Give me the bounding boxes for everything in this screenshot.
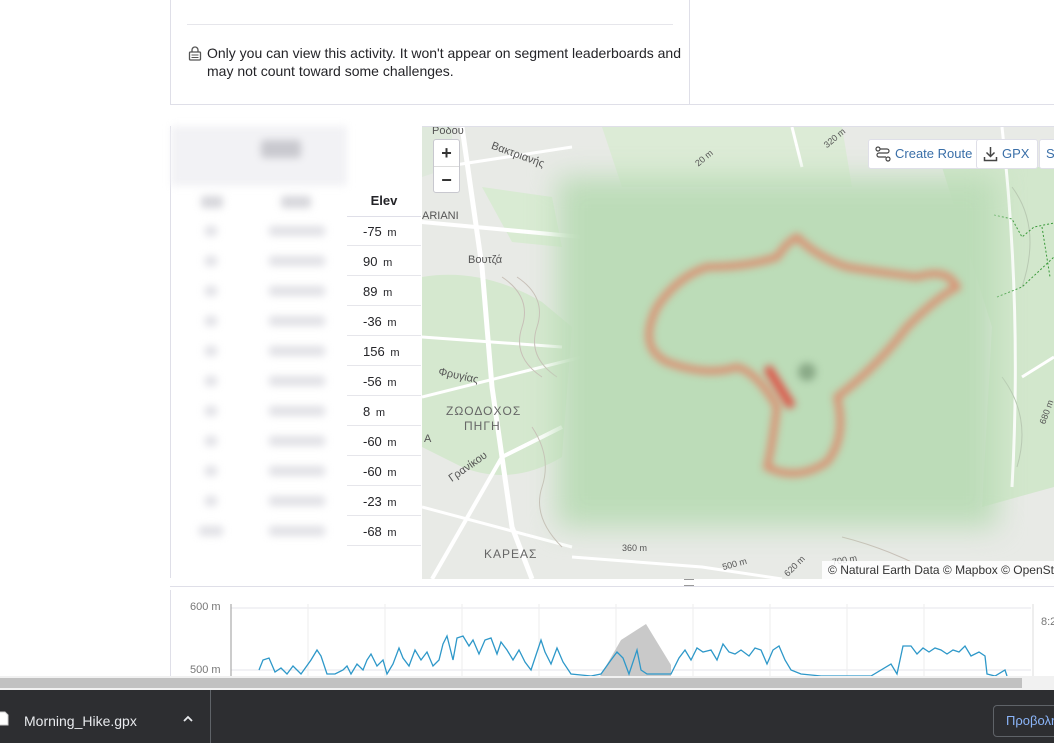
zoom-control: + − (433, 139, 460, 193)
gpx-download-button[interactable]: GPX (976, 139, 1039, 169)
map-label: ΖΩΟΔΟΧΟΣ (446, 404, 522, 418)
elev-header: Elev (347, 186, 421, 217)
download-file-name: Morning_Hike.gpx (24, 713, 137, 729)
resize-handle[interactable] (170, 578, 1054, 587)
lock-icon (188, 46, 202, 61)
elev-row: 89 m (347, 277, 421, 306)
elev-row: 90 m (347, 247, 421, 276)
map-label: A (424, 433, 432, 445)
show-all-button[interactable]: Προβολή (993, 705, 1054, 737)
elevation-chart-graphic (230, 604, 1034, 678)
elev-row: -36 m (347, 307, 421, 336)
download-bar: Morning_Hike.gpx Προβολή (0, 690, 1054, 743)
splits-panel: Elev -75 m 90 m 89 m -36 m 156 m -56 m 8… (170, 126, 422, 578)
activity-route-line (645, 232, 962, 477)
file-icon (0, 711, 9, 726)
elev-row: -56 m (347, 367, 421, 396)
zoom-out-button[interactable]: − (434, 166, 459, 193)
elev-row: -68 m (347, 517, 421, 546)
map-attribution[interactable]: © Natural Earth Data © Mapbox © OpenSt (822, 561, 1054, 579)
elev-row: -60 m (347, 457, 421, 486)
map-label: ARIANI (422, 210, 459, 222)
route-icon (875, 146, 891, 162)
map-label: ΚΑΡΕΑΣ (484, 547, 538, 561)
map-extra-button[interactable]: S (1039, 139, 1054, 169)
download-icon (983, 147, 998, 162)
download-item[interactable]: Morning_Hike.gpx (0, 690, 211, 743)
elev-row: -75 m (347, 217, 421, 246)
create-route-label: Create Route (895, 146, 973, 161)
right-axis-label: 8:2 (1041, 616, 1054, 628)
zoom-in-button[interactable]: + (434, 140, 459, 166)
horizontal-scrollbar[interactable] (0, 676, 1054, 690)
y-axis-label: 600 m (190, 601, 221, 613)
divider-line (187, 24, 673, 25)
y-axis-label: 500 m (190, 664, 221, 676)
elev-row: -23 m (347, 487, 421, 516)
map-label: Βουτζά (468, 254, 503, 266)
scrollbar-thumb[interactable] (0, 678, 1022, 688)
privacy-message: Only you can view this activity. It won'… (207, 45, 682, 79)
privacy-card: Only you can view this activity. It won'… (170, 0, 690, 105)
grip-icon (684, 579, 694, 586)
elev-row: 156 m (347, 337, 421, 366)
create-route-button[interactable]: Create Route (868, 139, 982, 169)
elev-row: -60 m (347, 427, 421, 456)
gpx-label: GPX (1002, 146, 1030, 161)
side-card (690, 0, 1054, 105)
activity-map[interactable]: Ρόδου Βακτριανής ARIANI Βουτζά Φρυγίας Ζ… (422, 126, 1054, 579)
elev-column: Elev -75 m 90 m 89 m -36 m 156 m -56 m 8… (347, 126, 423, 578)
blurred-splits-content (171, 126, 347, 578)
map-label: 360 m (622, 543, 648, 553)
elevation-chart[interactable]: 600 m 500 m 8:2 (170, 590, 1054, 678)
map-label: ΠΗΓΗ (464, 419, 501, 433)
map-label: Ρόδου (432, 126, 464, 137)
chevron-up-icon[interactable] (181, 712, 195, 726)
elev-row: 8 m (347, 397, 421, 426)
